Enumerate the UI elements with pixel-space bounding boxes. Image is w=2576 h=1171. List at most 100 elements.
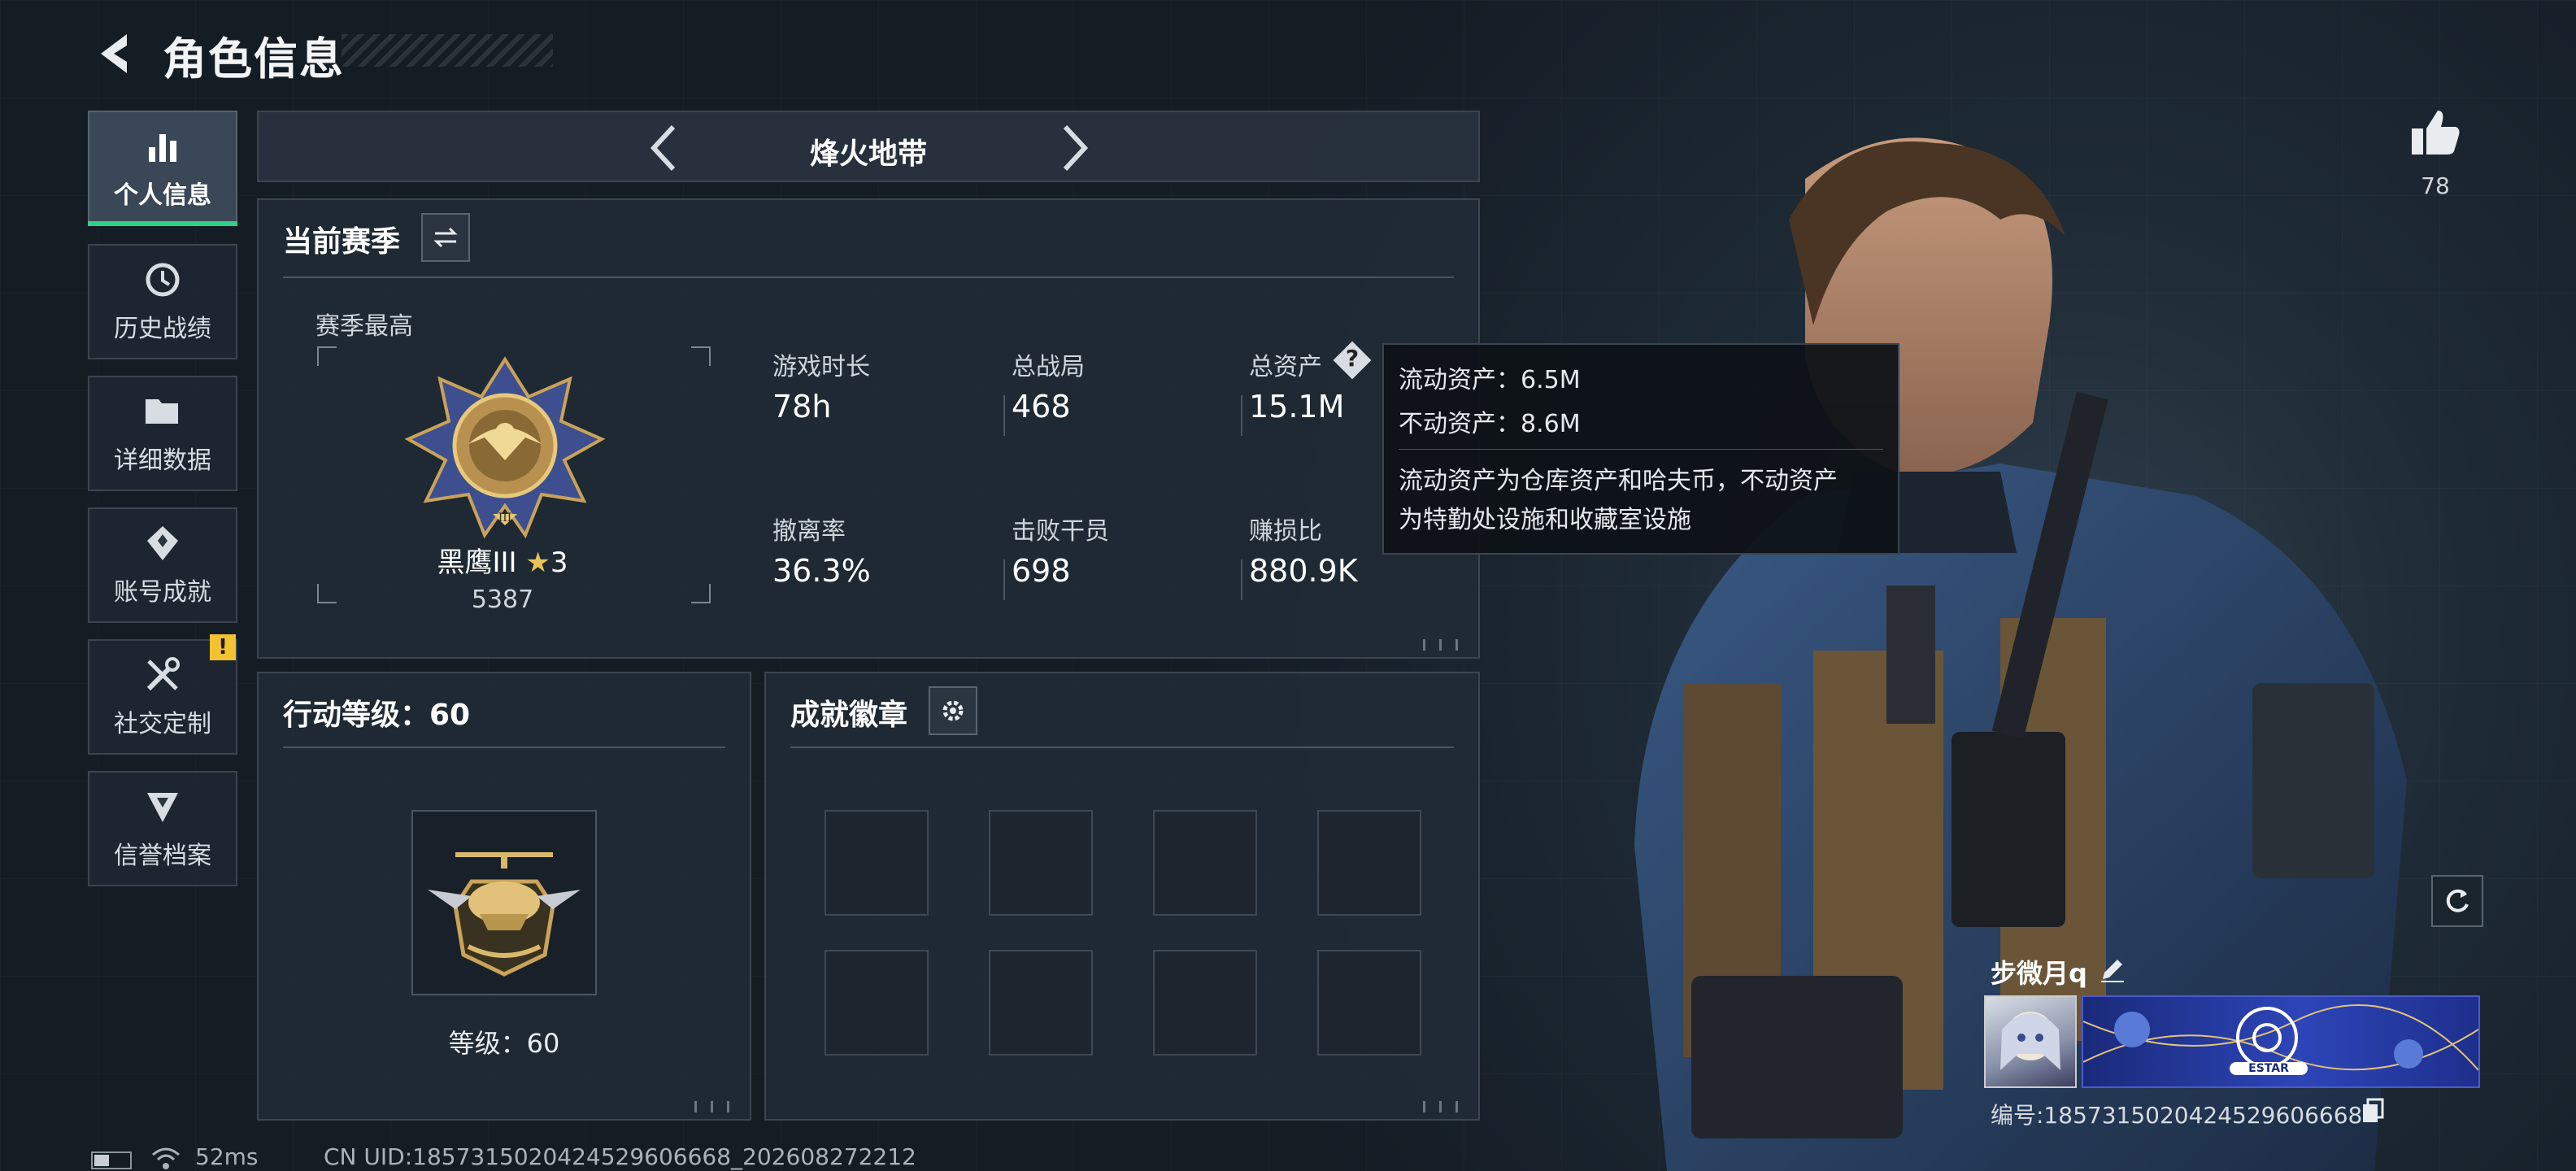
stat-value-playtime: 78h: [772, 389, 832, 424]
asset-tooltip: 流动资产：6.5M 不动资产：8.6M 流动资产为仓库资产和哈夫币，不动资产 为…: [1382, 343, 1899, 555]
season-title: 当前赛季: [283, 225, 401, 259]
sidebar-item-label: 个人信息: [114, 181, 211, 210]
frame-corner: [317, 584, 337, 603]
refresh-icon: [2446, 889, 2469, 912]
next-mode-arrow-icon[interactable]: [1049, 120, 1098, 176]
level-text: 等级：60: [448, 1028, 560, 1059]
season-highest-label: 赛季最高: [315, 312, 413, 341]
player-nickname: 步微月q: [1991, 958, 2087, 989]
copy-icon[interactable]: [2361, 1098, 2386, 1124]
warning-badge: !: [210, 634, 236, 660]
rank-score: 5387: [471, 586, 534, 614]
cn-uid: CN UID:1857315020424529606668_2026082722…: [324, 1143, 916, 1170]
stat-divider: [1003, 559, 1005, 600]
rank-name: 黑鹰III: [437, 546, 517, 579]
rank-emblem-icon: III: [404, 356, 606, 539]
action-level-divider: [283, 747, 725, 748]
frame-corner: [691, 346, 711, 366]
sidebar-item-personal-info[interactable]: 个人信息: [88, 111, 237, 226]
thumbs-up-icon[interactable]: [2407, 104, 2464, 161]
folder-icon: [146, 399, 178, 424]
action-level-panel: 行动等级：60 等级：60: [257, 672, 751, 1121]
stat-divider: [1241, 395, 1242, 436]
player-banner: ESTAR: [2082, 995, 2480, 1088]
rank-star-icon: ★: [525, 546, 550, 579]
bar-chart-icon: [149, 134, 176, 162]
season-panel: 当前赛季 赛季最高 III 黑鹰III ★3 5387 游戏时长 78h 总战局…: [257, 198, 1480, 659]
stat-label-kills: 击败干员: [1012, 517, 1109, 546]
sidebar-item-label: 信誉档案: [114, 842, 211, 870]
panel-corner-ticks: [1423, 639, 1472, 651]
sidebar-item-label: 社交定制: [114, 710, 211, 738]
tooltip-fixed-assets: 不动资产：8.6M: [1399, 410, 1581, 438]
rank-stars: 3: [550, 546, 568, 579]
rotate-view-button[interactable]: [2431, 875, 2483, 927]
badge-slot[interactable]: [825, 950, 929, 1056]
player-avatar[interactable]: [1984, 995, 2077, 1088]
achievement-icon: [147, 526, 178, 560]
switch-season-button[interactable]: [421, 213, 470, 262]
stat-divider: [1003, 395, 1005, 436]
ping-value: 52ms: [195, 1143, 259, 1170]
swap-icon: [433, 227, 458, 248]
badge-slot[interactable]: [1317, 950, 1421, 1056]
stat-label-total-matches: 总战局: [1012, 353, 1085, 381]
like-count: 78: [2421, 172, 2450, 199]
badge-slot[interactable]: [1153, 810, 1257, 916]
page-title: 角色信息: [163, 33, 345, 85]
tooltip-liquid-assets: 流动资产：6.5M: [1399, 366, 1581, 394]
panel-corner-ticks: [694, 1101, 743, 1112]
edit-pencil-icon[interactable]: [2098, 955, 2127, 984]
stat-value-total-matches: 468: [1012, 389, 1071, 424]
frame-corner: [691, 584, 711, 603]
tooltip-desc-line2: 为特勤处设施和收藏室设施: [1399, 506, 1691, 534]
stat-value-total-assets: 15.1M: [1249, 389, 1345, 424]
svg-text:III: III: [498, 511, 512, 525]
battery-icon: [91, 1151, 132, 1169]
stat-value-profit-ratio: 880.9K: [1249, 553, 1358, 589]
badge-settings-button[interactable]: [929, 686, 977, 735]
sidebar-item-achievements[interactable]: 账号成就: [88, 507, 237, 623]
sidebar-item-label: 详细数据: [114, 446, 211, 475]
frame-corner: [317, 346, 337, 366]
mode-selector: 烽火地带: [257, 111, 1480, 182]
stat-label-playtime: 游戏时长: [772, 353, 870, 381]
badge-slot[interactable]: [825, 810, 929, 916]
badge-slot[interactable]: [1153, 950, 1257, 1056]
level-emblem-frame: [411, 810, 597, 995]
sidebar-item-detail-data[interactable]: 详细数据: [88, 376, 237, 491]
stat-value-extract-rate: 36.3%: [772, 553, 871, 589]
badge-slot[interactable]: [989, 950, 1093, 1056]
badges-title: 成就徽章: [790, 699, 908, 732]
wifi-icon: [152, 1147, 180, 1169]
title-decoration: [342, 34, 553, 67]
mode-name: 烽火地带: [809, 137, 927, 171]
badges-panel: 成就徽章: [764, 672, 1480, 1121]
shield-icon: [147, 793, 178, 822]
helicopter-emblem-icon: [428, 852, 581, 977]
sidebar-item-history[interactable]: 历史战绩: [88, 244, 237, 359]
season-divider: [283, 276, 1454, 278]
stat-label-extract-rate: 撤离率: [772, 517, 846, 546]
stat-label-total-assets: 总资产: [1249, 353, 1322, 381]
avatar-art: [2000, 1012, 2060, 1070]
badges-divider: [790, 747, 1454, 748]
sidebar-item-label: 账号成就: [114, 578, 211, 607]
stat-value-kills: 698: [1012, 553, 1071, 589]
stat-label-profit-ratio: 赚损比: [1249, 517, 1322, 546]
badge-slot[interactable]: [989, 810, 1093, 916]
sidebar-item-label: 历史战绩: [114, 315, 211, 343]
back-arrow-icon[interactable]: [89, 29, 138, 78]
tooltip-divider: [1399, 449, 1883, 450]
banner-logo-text: ESTAR: [2230, 1062, 2308, 1075]
badge-slot[interactable]: [1317, 810, 1421, 916]
stat-divider: [1241, 559, 1242, 600]
player-uid: 编号:1857315020424529606668: [1991, 1102, 2363, 1129]
sidebar-item-credit-file[interactable]: 信誉档案: [88, 771, 237, 886]
panel-corner-ticks: [1423, 1101, 1472, 1112]
action-level-title: 行动等级：60: [283, 699, 471, 732]
gear-icon: [942, 700, 964, 721]
asset-help-symbol: ?: [1345, 345, 1360, 372]
history-icon: [146, 263, 180, 297]
tools-icon: [146, 657, 180, 691]
